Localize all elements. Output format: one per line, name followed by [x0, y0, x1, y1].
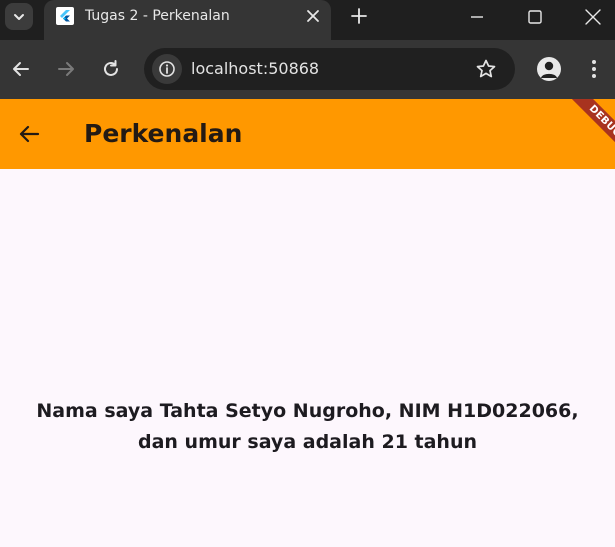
- intro-text-line-1: Nama saya Tahta Setyo Nugroho, NIM H1D02…: [36, 400, 579, 422]
- tab-search-button[interactable]: [5, 3, 33, 30]
- more-vertical-icon[interactable]: [588, 57, 600, 81]
- app-bar: Perkenalan DEBUG: [0, 99, 615, 169]
- flutter-icon: [56, 7, 74, 25]
- debug-banner-label: DEBUG: [586, 103, 615, 140]
- profile-button[interactable]: [537, 57, 561, 81]
- browser-tabstrip: Tugas 2 - Perkenalan: [0, 0, 615, 40]
- arrow-left-icon[interactable]: [10, 58, 32, 80]
- plus-icon[interactable]: [350, 7, 368, 25]
- site-info-button[interactable]: [152, 54, 182, 84]
- debug-banner: DEBUG: [557, 99, 615, 169]
- browser-tab[interactable]: Tugas 2 - Perkenalan: [44, 0, 331, 40]
- info-icon: [159, 61, 175, 77]
- address-bar[interactable]: localhost:50868: [144, 48, 515, 90]
- maximize-icon[interactable]: [526, 8, 544, 26]
- page-title: Perkenalan: [84, 119, 243, 148]
- star-icon[interactable]: [475, 58, 497, 80]
- url-text[interactable]: localhost:50868: [191, 59, 319, 79]
- browser-toolbar: localhost:50868: [0, 40, 615, 99]
- account-icon: [541, 61, 557, 78]
- intro-text: Nama saya Tahta Setyo Nugroho, NIM H1D02…: [0, 396, 615, 458]
- page-body: Nama saya Tahta Setyo Nugroho, NIM H1D02…: [0, 169, 615, 547]
- arrow-right-icon[interactable]: [55, 58, 77, 80]
- tab-title: Tugas 2 - Perkenalan: [85, 8, 230, 24]
- window-close-icon[interactable]: [583, 7, 603, 27]
- arrow-left-icon[interactable]: [17, 122, 41, 146]
- chevron-down-icon: [14, 13, 24, 20]
- reload-icon[interactable]: [100, 58, 122, 80]
- minimize-icon[interactable]: [468, 8, 486, 26]
- intro-text-line-2: dan umur saya adalah 21 tahun: [137, 431, 478, 453]
- close-icon[interactable]: [306, 9, 320, 23]
